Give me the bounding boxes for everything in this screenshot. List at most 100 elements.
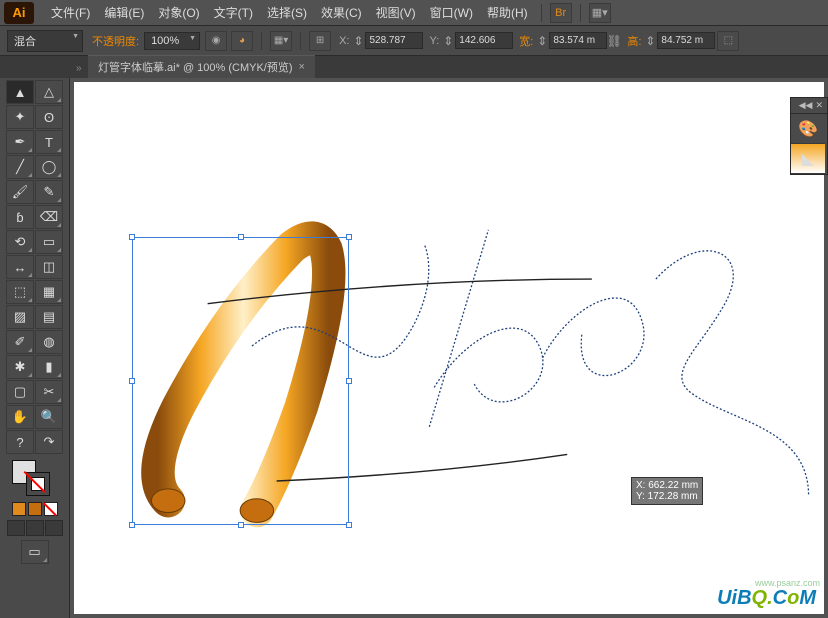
link-wh-icon[interactable]: ⛓ — [607, 31, 621, 51]
artboard-tool[interactable]: ▢ — [6, 380, 34, 404]
right-dock[interactable]: ◀◀✕ 🎨 ◣ — [790, 97, 828, 175]
transform-ref-icon[interactable]: ⊞ — [309, 31, 331, 51]
y-input[interactable] — [455, 32, 513, 49]
magic-wand-tool[interactable]: ✦ — [6, 105, 34, 129]
swatch-2[interactable] — [28, 502, 42, 516]
y-stepper[interactable]: ⇕ — [441, 31, 455, 51]
menu-select[interactable]: 选择(S) — [260, 0, 314, 25]
tooltip-y: Y: 172.28 mm — [636, 491, 698, 502]
perspective-tool[interactable]: ▦ — [35, 280, 63, 304]
h-input[interactable] — [657, 32, 715, 49]
mesh-tool[interactable]: ▨ — [6, 305, 34, 329]
document-tab[interactable]: 灯管字体临摹.ai* @ 100% (CMYK/预览) × — [88, 55, 315, 78]
pen-tool[interactable]: ✒ — [6, 130, 34, 154]
fill-stroke-area[interactable] — [6, 458, 64, 502]
scale-tool[interactable]: ▭ — [35, 230, 63, 254]
gradient-panel-icon[interactable]: ◣ — [791, 144, 825, 174]
w-stepper[interactable]: ⇕ — [535, 31, 549, 51]
close-tab-icon[interactable]: × — [299, 61, 305, 73]
logo-watermark: UiBQ.CoM — [717, 587, 816, 610]
resize-handle-e[interactable] — [346, 378, 352, 384]
x-stepper[interactable]: ⇕ — [351, 31, 365, 51]
resize-handle-s[interactable] — [238, 522, 244, 528]
gradient-tool[interactable]: ▤ — [35, 305, 63, 329]
close-icon[interactable]: ✕ — [815, 100, 823, 111]
options-bar: 混合 不透明度: 100% ◉ ◕ ▦▾ ⊞ X: ⇕ Y: ⇕ 宽: ⇕ ⛓ … — [0, 26, 828, 56]
draw-inside[interactable] — [45, 520, 63, 536]
rotate-tool[interactable]: ⟲ — [6, 230, 34, 254]
tool-panel: ▲ △ ✦ ʘ ✒ T ╱ ◯ 🖌 ✎ ɓ ⌫ ⟲ ▭ ↔ ◫ ⬚ ▦ ▨ ▤ … — [0, 78, 70, 618]
tab-title: 灯管字体临摹.ai* @ 100% (CMYK/预览) — [98, 59, 293, 75]
eraser-tool[interactable]: ⌫ — [35, 205, 63, 229]
swatch-none[interactable] — [44, 502, 58, 516]
resize-handle-w[interactable] — [129, 378, 135, 384]
color-panel-icon[interactable]: 🎨 — [791, 114, 825, 144]
opacity-label: 不透明度: — [92, 33, 139, 49]
x-label: X: — [339, 35, 349, 47]
menu-window[interactable]: 窗口(W) — [423, 0, 480, 25]
separator — [580, 4, 581, 22]
menu-file[interactable]: 文件(F) — [44, 0, 97, 25]
resize-handle-nw[interactable] — [129, 234, 135, 240]
resize-handle-sw[interactable] — [129, 522, 135, 528]
hand-tool[interactable]: ✋ — [6, 405, 34, 429]
zoom-tool[interactable]: 🔍 — [35, 405, 63, 429]
menu-edit[interactable]: 编辑(E) — [97, 0, 151, 25]
align-icon[interactable]: ▦▾ — [270, 31, 292, 51]
resize-handle-ne[interactable] — [346, 234, 352, 240]
free-transform-tool[interactable]: ◫ — [35, 255, 63, 279]
h-label: 高: — [627, 33, 641, 49]
screen-mode-toggle[interactable]: ▭ — [21, 540, 49, 564]
menu-help[interactable]: 帮助(H) — [480, 0, 535, 25]
app-logo: Ai — [4, 2, 34, 24]
symbol-spray-tool[interactable]: ✱ — [6, 355, 34, 379]
tab-grip[interactable]: » — [76, 58, 88, 78]
selection-bounding-box[interactable] — [132, 237, 349, 525]
blend-tool[interactable]: ◍ — [35, 330, 63, 354]
brush-tool[interactable]: 🖌 — [6, 180, 34, 204]
type-tool[interactable]: T — [35, 130, 63, 154]
menu-text[interactable]: 文字(T) — [207, 0, 260, 25]
blob-brush-tool[interactable]: ɓ — [6, 205, 34, 229]
opacity-input[interactable]: 100% — [144, 32, 200, 50]
stroke-swatch[interactable] — [26, 472, 50, 496]
recolor-icon[interactable]: ◕ — [231, 31, 253, 51]
swap-fill-stroke[interactable]: ↷ — [35, 430, 63, 454]
arrange-docs-icon[interactable]: ▦▾ — [589, 3, 611, 23]
menu-bar: Ai 文件(F) 编辑(E) 对象(O) 文字(T) 选择(S) 效果(C) 视… — [0, 0, 828, 26]
bridge-icon[interactable]: Br — [550, 3, 572, 23]
menu-effect[interactable]: 效果(C) — [314, 0, 369, 25]
shape-tool[interactable]: ◯ — [35, 155, 63, 179]
h-stepper[interactable]: ⇕ — [643, 31, 657, 51]
separator — [300, 32, 301, 50]
w-input[interactable] — [549, 32, 607, 49]
separator — [261, 32, 262, 50]
line-tool[interactable]: ╱ — [6, 155, 34, 179]
blend-mode-dropdown[interactable]: 混合 — [7, 30, 83, 52]
x-input[interactable] — [365, 32, 423, 49]
direct-select-tool[interactable]: △ — [35, 80, 63, 104]
graph-tool[interactable]: ▮ — [35, 355, 63, 379]
menu-object[interactable]: 对象(O) — [151, 0, 206, 25]
shape-builder-tool[interactable]: ⬚ — [6, 280, 34, 304]
extra-tool[interactable]: ? — [6, 430, 34, 454]
selection-tool[interactable]: ▲ — [6, 80, 34, 104]
tooltip-x: X: 662.22 mm — [636, 480, 698, 491]
constrain-icon[interactable]: ⬚ — [717, 31, 739, 51]
menu-view[interactable]: 视图(V) — [369, 0, 423, 25]
lasso-tool[interactable]: ʘ — [35, 105, 63, 129]
eyedropper-tool[interactable]: ✐ — [6, 330, 34, 354]
pencil-tool[interactable]: ✎ — [35, 180, 63, 204]
style-icon[interactable]: ◉ — [205, 31, 227, 51]
document-tabs: » 灯管字体临摹.ai* @ 100% (CMYK/预览) × — [0, 56, 828, 78]
resize-handle-n[interactable] — [238, 234, 244, 240]
swatch-1[interactable] — [12, 502, 26, 516]
resize-handle-se[interactable] — [346, 522, 352, 528]
draw-behind[interactable] — [26, 520, 44, 536]
width-tool[interactable]: ↔ — [6, 255, 34, 279]
screen-modes — [7, 520, 63, 536]
collapse-icon[interactable]: ◀◀ — [799, 100, 813, 111]
draw-normal[interactable] — [7, 520, 25, 536]
canvas[interactable]: X: 662.22 mm Y: 172.28 mm www.psanz.com … — [74, 82, 824, 614]
slice-tool[interactable]: ✂ — [35, 380, 63, 404]
